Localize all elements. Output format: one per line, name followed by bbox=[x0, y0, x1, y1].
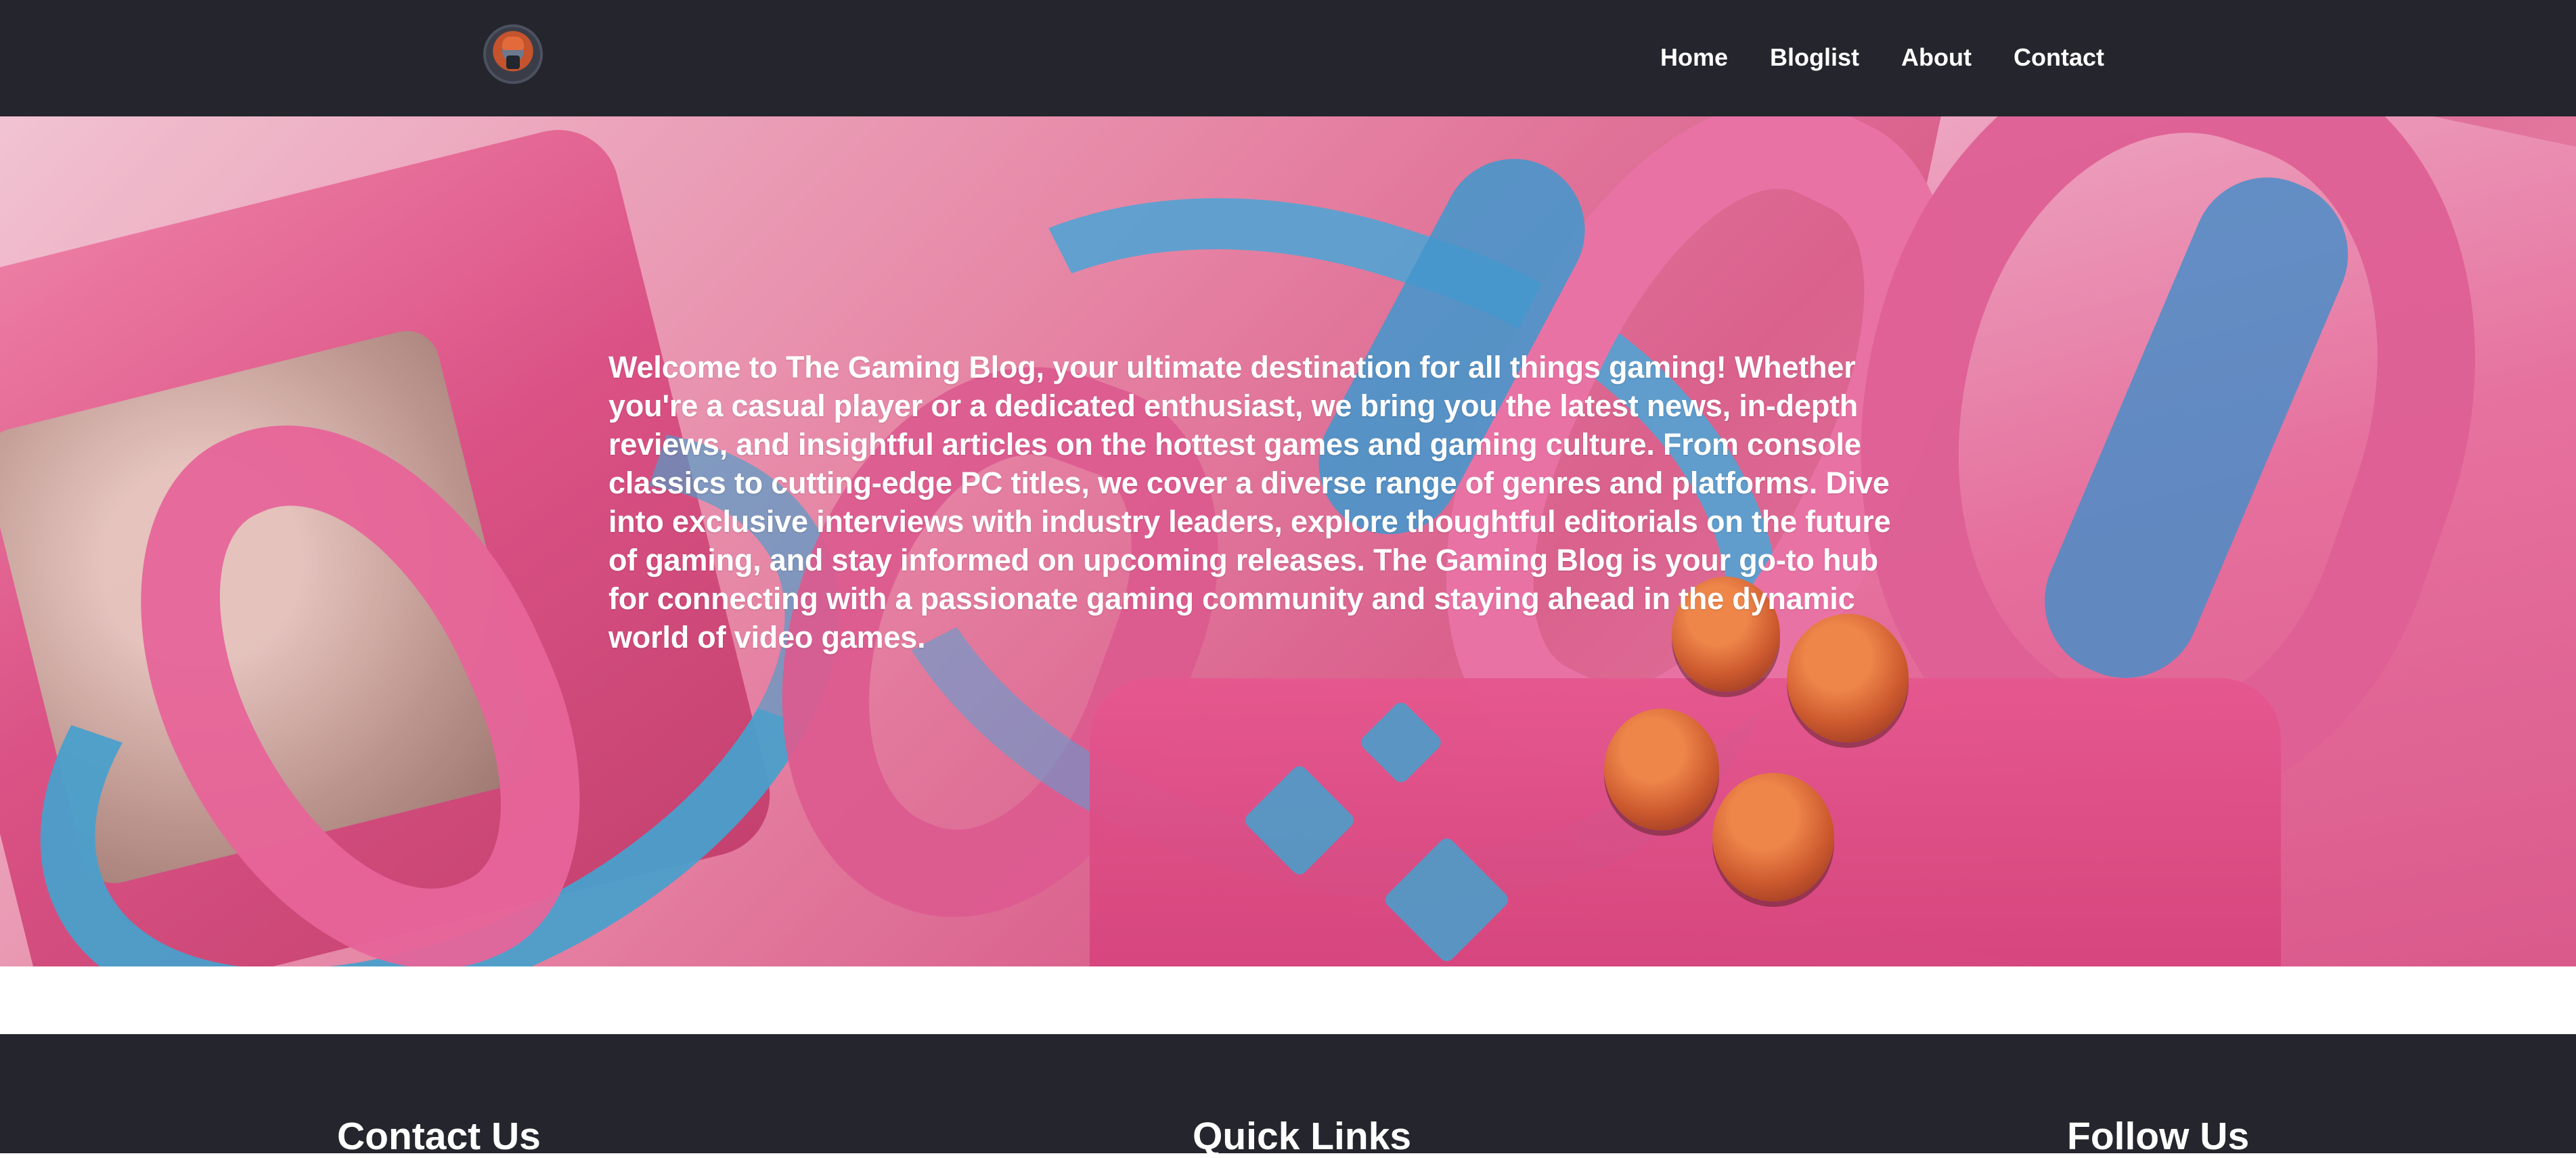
site-footer: Contact Us Quick Links Follow Us bbox=[0, 1034, 2576, 1158]
footer-follow-title: Follow Us bbox=[2067, 1115, 2250, 1158]
hero-banner: Welcome to The Gaming Blog, your ultimat… bbox=[0, 116, 2576, 966]
nav-link-about[interactable]: About bbox=[1901, 39, 1972, 76]
footer-contact-title: Contact Us bbox=[337, 1115, 541, 1158]
nav-link-contact[interactable]: Contact bbox=[2014, 39, 2104, 76]
gaming-mascot-logo-icon[interactable] bbox=[483, 24, 543, 84]
primary-navigation: Home Bloglist About Contact bbox=[1660, 39, 2104, 76]
top-navigation-bar: Home Bloglist About Contact bbox=[0, 0, 2576, 116]
footer-quick-links-title: Quick Links bbox=[1193, 1115, 1412, 1158]
hero-description: Welcome to The Gaming Blog, your ultimat… bbox=[608, 350, 1891, 654]
nav-link-home[interactable]: Home bbox=[1660, 39, 1728, 76]
nav-link-bloglist[interactable]: Bloglist bbox=[1770, 39, 1859, 76]
